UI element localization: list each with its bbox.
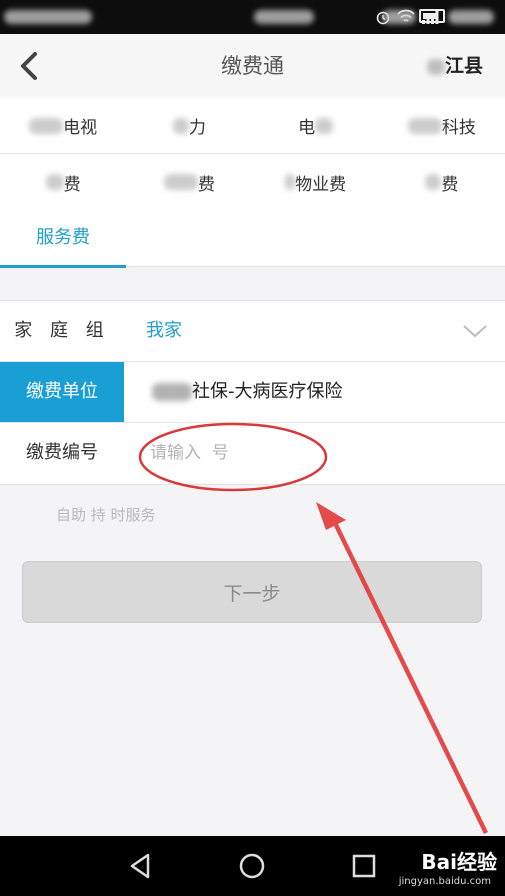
category-label: 物业费 bbox=[295, 174, 347, 195]
recents-square-icon[interactable] bbox=[348, 850, 380, 882]
category-item-2[interactable]: 费 bbox=[126, 154, 252, 210]
pay-number-label: 缴费编号 bbox=[26, 442, 98, 463]
region-label: 江县 bbox=[444, 55, 483, 77]
tab-label: 服务费 bbox=[36, 227, 90, 248]
category-blurred bbox=[407, 117, 442, 134]
family-group-row[interactable]: 家 庭 组 我家 bbox=[0, 301, 505, 362]
status-blurred-right bbox=[448, 10, 494, 24]
tab-strip: 服务费 bbox=[0, 211, 505, 268]
category-blurred bbox=[425, 174, 442, 190]
pay-unit-label: 缴费单位 bbox=[0, 362, 124, 422]
category-label: 电视 bbox=[63, 118, 98, 138]
back-triangle-icon[interactable] bbox=[124, 850, 156, 882]
pay-unit-row[interactable]: 缴费单位 社保-大病医疗保险 bbox=[0, 362, 505, 423]
category-label: 费 bbox=[441, 174, 459, 195]
category-label: 费 bbox=[63, 174, 81, 195]
family-group-value: 我家 bbox=[146, 320, 182, 341]
chevron-down-icon bbox=[463, 325, 487, 338]
pay-unit-text: 社保-大病医疗保险 bbox=[192, 381, 343, 402]
status-blurred-center bbox=[254, 10, 314, 24]
service-hint: 自助 持 时服务 bbox=[56, 506, 156, 524]
next-step-button[interactable]: 下一步 bbox=[22, 561, 482, 623]
watermark-brand: Bai经验 bbox=[421, 850, 497, 874]
category-label: 费 bbox=[197, 174, 215, 195]
category-item-power[interactable]: 力 bbox=[126, 98, 252, 153]
category-blurred bbox=[285, 174, 296, 190]
region-selector[interactable]: 江县 bbox=[426, 34, 483, 98]
category-blurred bbox=[315, 117, 334, 134]
watermark-url: jingyan.baidu.com bbox=[398, 876, 491, 887]
category-blurred bbox=[45, 174, 64, 190]
pay-unit-blurred bbox=[152, 383, 192, 401]
category-blurred bbox=[172, 117, 189, 134]
payment-form: 家 庭 组 我家 缴费单位 社保-大病医疗保险 缴费编号 bbox=[0, 300, 505, 485]
status-bar bbox=[0, 0, 505, 34]
category-item-tech[interactable]: 科技 bbox=[379, 98, 505, 153]
category-item-telecom[interactable]: 电 bbox=[253, 98, 379, 153]
battery-icon bbox=[419, 9, 445, 23]
category-row: 费 费 物业费 费 bbox=[0, 154, 505, 210]
category-row: 电视 力 电 科技 bbox=[0, 98, 505, 154]
category-item-property[interactable]: 物业费 bbox=[253, 154, 379, 210]
annotation-arrow bbox=[316, 502, 488, 834]
pay-number-input[interactable] bbox=[140, 433, 500, 473]
status-blurred-left bbox=[4, 10, 92, 24]
category-blurred bbox=[29, 117, 64, 134]
category-item-4[interactable]: 费 bbox=[379, 154, 505, 210]
family-group-label: 家 庭 组 bbox=[14, 320, 110, 341]
category-label: 科技 bbox=[441, 118, 476, 138]
system-nav-bar: Bai经验 jingyan.baidu.com bbox=[0, 836, 505, 896]
app-header: 缴费通 江县 bbox=[0, 34, 505, 99]
category-blurred bbox=[163, 174, 198, 190]
category-label: 力 bbox=[188, 118, 206, 138]
category-label: 电 bbox=[298, 118, 316, 138]
tab-indicator bbox=[0, 265, 126, 268]
home-circle-icon[interactable] bbox=[236, 850, 268, 882]
status-blurred-mid bbox=[382, 10, 416, 24]
pay-number-row: 缴费编号 bbox=[0, 423, 505, 484]
region-blurred bbox=[426, 58, 445, 75]
tab-service-fee[interactable]: 服务费 bbox=[0, 211, 126, 268]
category-item-1[interactable]: 费 bbox=[0, 154, 126, 210]
category-grid: 电视 力 电 科技 费 费 物业费 费 bbox=[0, 98, 505, 211]
pay-unit-value: 社保-大病医疗保险 bbox=[152, 362, 343, 422]
category-item-tv[interactable]: 电视 bbox=[0, 98, 126, 153]
